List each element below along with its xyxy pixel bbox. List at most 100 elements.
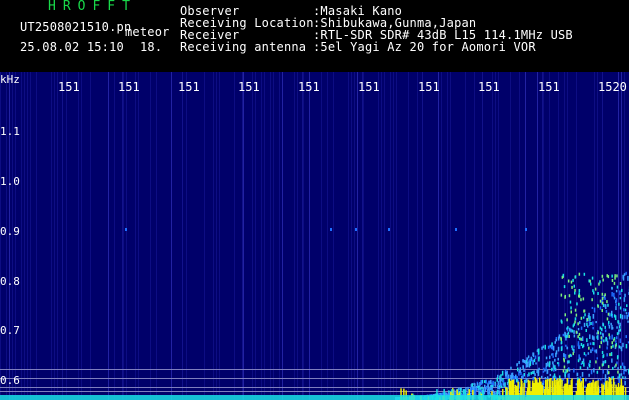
signal-speck bbox=[574, 320, 576, 324]
x-tick-label: 151 bbox=[178, 80, 200, 94]
signal-speck bbox=[614, 276, 616, 280]
signal-speck bbox=[557, 357, 559, 361]
signal-speck bbox=[600, 341, 602, 345]
signal-speck bbox=[617, 355, 619, 359]
signal-speck bbox=[502, 383, 505, 386]
signal-speck bbox=[537, 369, 540, 373]
x-grid-line bbox=[122, 72, 123, 400]
signal-speck bbox=[599, 331, 602, 335]
y-tick-label: 1.0 bbox=[0, 175, 20, 188]
noise-column bbox=[576, 72, 577, 400]
x-grid-line bbox=[542, 72, 543, 400]
signal-speck bbox=[554, 358, 556, 362]
y-tick-label: 1.1 bbox=[0, 125, 20, 138]
signal-speck bbox=[536, 349, 539, 353]
signal-speck bbox=[515, 374, 517, 380]
x-tick-label: 151 bbox=[478, 80, 500, 94]
signal-speck bbox=[527, 355, 530, 359]
signal-speck bbox=[604, 374, 607, 379]
x-tick-label: 151 bbox=[418, 80, 440, 94]
signal-dot bbox=[355, 228, 357, 231]
signal-speck bbox=[615, 306, 617, 311]
signal-speck bbox=[547, 345, 550, 349]
noise-column bbox=[27, 72, 28, 400]
signal-speck bbox=[511, 373, 513, 379]
signal-speck bbox=[623, 273, 626, 276]
signal-speck bbox=[593, 307, 596, 313]
signal-speck bbox=[528, 372, 530, 377]
signal-speck bbox=[604, 325, 606, 329]
signal-speck bbox=[582, 345, 584, 349]
noise-column bbox=[90, 72, 91, 400]
signal-speck bbox=[609, 353, 611, 357]
signal-speck bbox=[485, 379, 487, 384]
signal-speck bbox=[576, 372, 579, 377]
signal-speck bbox=[599, 345, 601, 349]
x-tick-label: 151 bbox=[238, 80, 260, 94]
noise-column bbox=[297, 72, 298, 400]
signal-speck bbox=[462, 390, 465, 393]
signal-speck bbox=[588, 321, 591, 327]
signal-speck bbox=[530, 371, 532, 375]
signal-speck bbox=[613, 296, 616, 300]
noise-column bbox=[36, 72, 37, 400]
signal-speck bbox=[564, 331, 566, 337]
noise-column bbox=[216, 72, 217, 400]
signal-speck bbox=[606, 300, 608, 304]
signal-speck bbox=[557, 362, 559, 365]
signal-speck bbox=[538, 356, 540, 362]
signal-speck bbox=[589, 360, 591, 364]
signal-speck bbox=[591, 306, 594, 309]
date-time: 25.08.02 15:10 bbox=[20, 40, 124, 54]
signal-speck bbox=[586, 318, 589, 321]
signal-speck bbox=[583, 352, 586, 356]
signal-speck bbox=[590, 282, 592, 286]
signal-speck bbox=[497, 384, 499, 389]
signal-speck bbox=[577, 328, 580, 331]
signal-speck bbox=[513, 376, 515, 380]
signal-speck bbox=[602, 333, 604, 338]
noise-column bbox=[498, 72, 499, 400]
signal-speck bbox=[601, 274, 604, 278]
signal-speck bbox=[488, 389, 491, 395]
signal-speck bbox=[595, 360, 597, 364]
signal-speck bbox=[624, 308, 627, 312]
signal-speck bbox=[474, 387, 477, 391]
noise-column bbox=[495, 72, 496, 400]
signal-speck bbox=[597, 304, 599, 308]
noise-column bbox=[282, 72, 283, 400]
signal-speck bbox=[501, 385, 503, 389]
y-unit-label: kHz bbox=[0, 73, 20, 86]
signal-speck bbox=[611, 286, 613, 290]
signal-speck bbox=[580, 337, 582, 341]
signal-speck bbox=[560, 346, 563, 352]
noise-column bbox=[396, 72, 397, 400]
signal-speck bbox=[559, 375, 561, 379]
noise-column bbox=[186, 72, 187, 400]
signal-speck bbox=[615, 344, 617, 348]
signal-speck bbox=[593, 336, 595, 341]
signal-speck bbox=[611, 358, 613, 363]
signal-speck bbox=[625, 369, 627, 372]
signal-speck bbox=[575, 330, 578, 334]
signal-speck bbox=[608, 333, 610, 337]
signal-speck bbox=[541, 346, 543, 350]
signal-speck bbox=[506, 375, 509, 379]
noise-column bbox=[270, 72, 271, 400]
signal-speck bbox=[586, 366, 589, 371]
signal-speck bbox=[570, 280, 573, 284]
signal-speck bbox=[568, 360, 570, 364]
signal-speck bbox=[574, 308, 577, 312]
signal-speck bbox=[572, 348, 574, 352]
brand-label: HROFFT bbox=[48, 0, 137, 14]
signal-speck bbox=[566, 346, 568, 350]
signal-speck bbox=[602, 323, 605, 327]
signal-speck bbox=[604, 297, 606, 300]
x-grid-line bbox=[62, 72, 63, 400]
signal-speck bbox=[505, 371, 507, 377]
signal-speck bbox=[591, 298, 593, 302]
signal-speck bbox=[549, 361, 551, 365]
signal-speck bbox=[589, 342, 592, 345]
signal-speck bbox=[574, 291, 576, 295]
signal-speck bbox=[484, 387, 487, 393]
